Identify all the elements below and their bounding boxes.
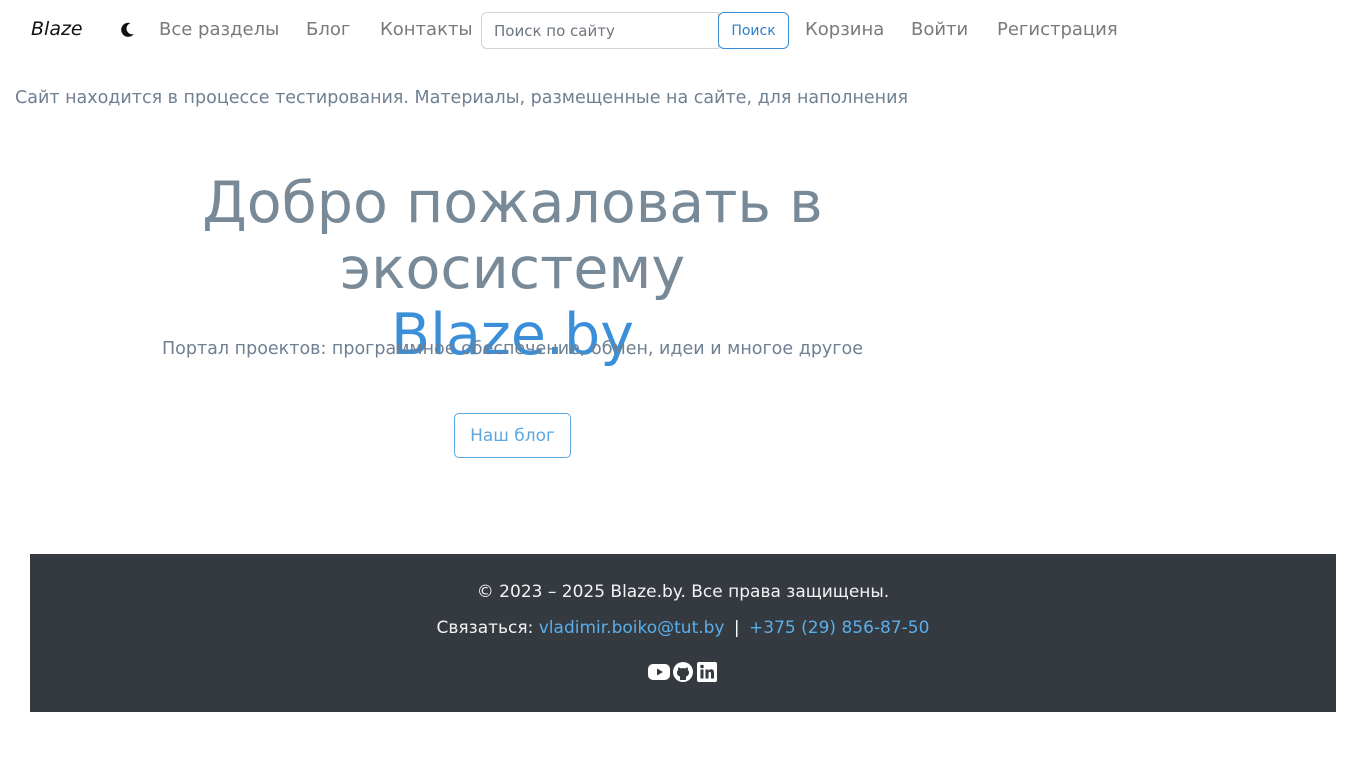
youtube-icon[interactable] — [648, 661, 670, 683]
our-blog-button[interactable]: Наш блог — [454, 413, 571, 458]
footer: © 2023 – 2025 Blaze.by. Все права защище… — [30, 554, 1336, 712]
moon-icon[interactable] — [117, 20, 137, 40]
hero-section: Добро пожаловать в экосистему Blaze.by П… — [30, 170, 995, 368]
nav-register[interactable]: Регистрация — [997, 19, 1118, 40]
contact-separator: | — [733, 618, 740, 638]
top-navbar: Blaze Все разделы Блог Контакты Поиск Ко… — [0, 0, 1366, 60]
search-button[interactable]: Поиск — [718, 12, 789, 49]
nav-all-sections[interactable]: Все разделы — [159, 19, 279, 40]
nav-cart[interactable]: Корзина — [805, 19, 884, 40]
hero-title-text: Добро пожаловать в экосистему — [202, 170, 823, 302]
contact-label: Связаться: — [436, 618, 534, 638]
testing-notice: Сайт находится в процессе тестирования. … — [15, 88, 908, 108]
brand-logo[interactable]: Blaze — [31, 18, 83, 40]
search-input[interactable] — [481, 12, 719, 49]
nav-login[interactable]: Войти — [911, 19, 968, 40]
nav-blog[interactable]: Блог — [306, 19, 350, 40]
nav-contacts[interactable]: Контакты — [380, 19, 473, 40]
email-link[interactable]: vladimir.boiko@tut.by — [539, 618, 725, 638]
social-links — [30, 661, 1336, 683]
contact-line: Связаться: vladimir.boiko@tut.by | +375 … — [30, 618, 1336, 638]
linkedin-icon[interactable] — [696, 661, 718, 683]
github-icon[interactable] — [672, 661, 694, 683]
hero-subtitle: Портал проектов: программное обеспечение… — [162, 339, 863, 359]
copyright-text: © 2023 – 2025 Blaze.by. Все права защище… — [476, 582, 890, 602]
phone-link[interactable]: +375 (29) 856-87-50 — [749, 618, 929, 638]
